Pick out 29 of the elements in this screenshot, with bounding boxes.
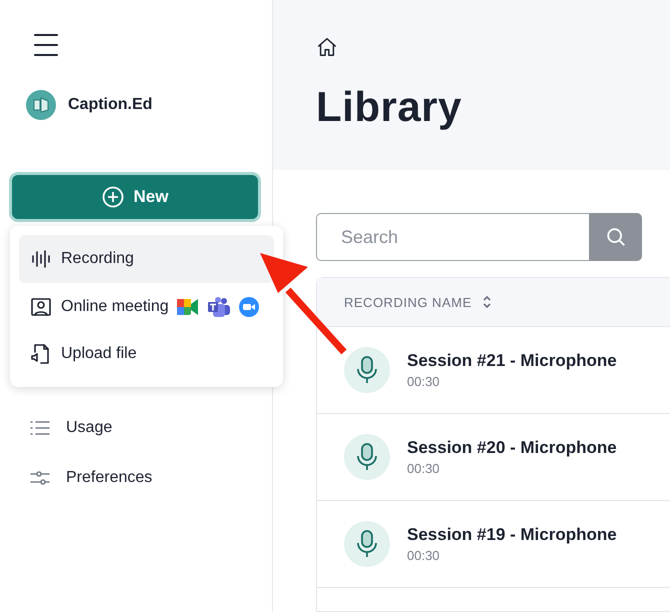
page-title: Library: [316, 83, 463, 131]
menu-item[interactable]: Online meeting: [19, 282, 274, 330]
menu-button[interactable]: [34, 34, 58, 56]
search-field[interactable]: Search: [316, 213, 589, 261]
logo-icon: [26, 90, 56, 120]
recording-duration: 00:30: [407, 461, 441, 476]
recording-name[interactable]: Session #21 - Microphone: [407, 351, 617, 371]
column-header[interactable]: RECORDING NAME: [344, 294, 472, 310]
sort-icon[interactable]: [482, 295, 492, 309]
menu-item[interactable]: Recording: [19, 235, 274, 283]
search-icon: [604, 226, 626, 248]
microphone-icon: [355, 442, 379, 472]
recording-name[interactable]: Session #20 - Microphone: [407, 438, 617, 458]
recording-duration: 00:30: [407, 374, 441, 389]
search-button[interactable]: [589, 213, 642, 261]
nav-item[interactable]: Usage: [28, 416, 260, 440]
home-icon: [316, 36, 338, 58]
team-chat-icon: [206, 296, 231, 316]
recording-name[interactable]: Session #19 - Microphone: [407, 525, 617, 545]
video-call-icon: [176, 298, 199, 316]
new-button[interactable]: New: [12, 175, 258, 219]
brand-name: Caption.Ed: [68, 96, 152, 114]
recording-duration: 00:30: [407, 548, 441, 563]
microphone-icon: [355, 355, 379, 385]
plus-circle-icon: [102, 186, 124, 208]
menu-item[interactable]: Upload file: [19, 330, 274, 378]
microphone-icon: [355, 529, 379, 559]
nav-item[interactable]: Preferences: [28, 466, 260, 490]
video-camera-icon: [238, 296, 259, 316]
